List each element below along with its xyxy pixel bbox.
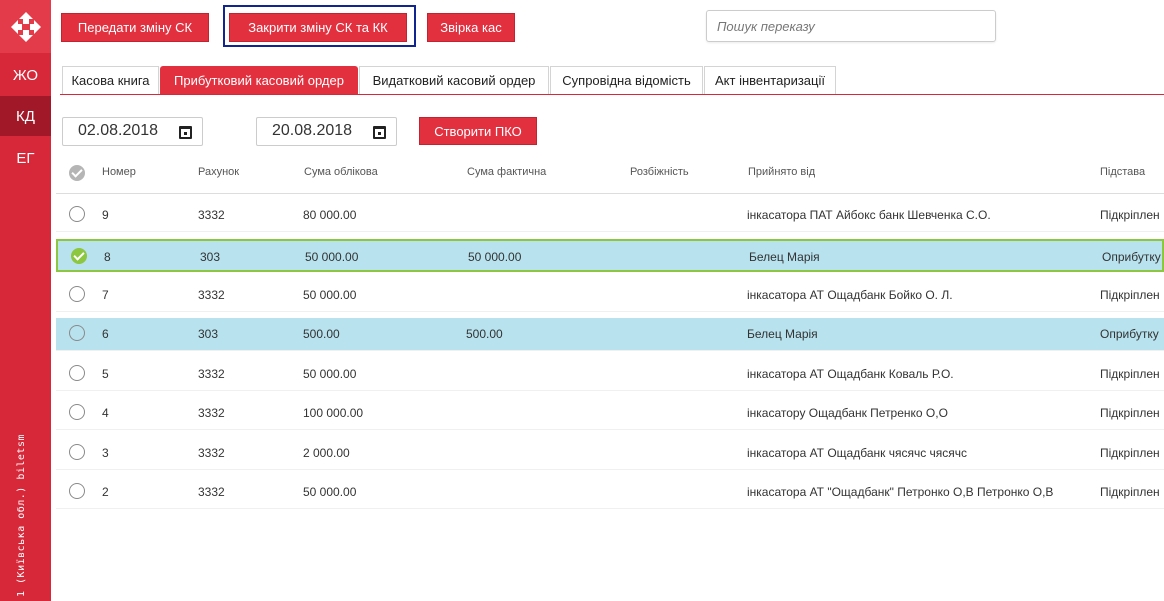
row-radio-icon[interactable] [69,404,85,420]
col-amount-accounted[interactable]: Сума облікова [304,166,378,178]
tab-expense-order[interactable]: Видатковий касовий ордер [359,66,549,94]
col-amount-actual[interactable]: Сума фактична [467,166,546,178]
tab-cash-book[interactable]: Касова книга [62,66,159,94]
cell-number: 7 [102,288,109,302]
cell-account: 3332 [198,208,225,222]
table-row[interactable]: 6 303 500.00 500.00 Белец Марія Оприбутку [56,318,1164,351]
cell-received-from: інкасатора АТ "Ощадбанк" Петронко О,В Пе… [747,485,1054,499]
cell-number: 9 [102,208,109,222]
col-number[interactable]: Номер [102,166,136,178]
sidebar-item-zho[interactable]: ЖО [0,55,51,95]
create-pko-button[interactable]: Створити ПКО [419,117,537,145]
row-radio-icon[interactable] [69,365,85,381]
cell-basis: Підкріплен [1100,485,1160,499]
table-row[interactable]: 7 3332 50 000.00 інкасатора АТ Ощадбанк Бой… [56,279,1164,312]
cell-account: 3332 [198,446,225,460]
calendar-icon[interactable] [373,126,386,139]
reconcile-cash-button[interactable]: Звірка кас [427,13,515,42]
cell-amount-accounted: 100 000.00 [303,406,364,420]
date-from-field[interactable]: 02.08.2018 [62,117,203,146]
transfer-shift-button[interactable]: Передати зміну СК [61,13,209,42]
cell-basis: Оприбутку [1100,327,1159,341]
search-input[interactable] [707,11,995,41]
tab-accompanying-statement[interactable]: Супровідна відомість [550,66,703,94]
cell-amount-accounted: 80 000.00 [303,208,357,222]
cell-number: 3 [102,446,109,460]
search-box [706,10,996,42]
cell-basis: Підкріплен [1100,367,1160,381]
cell-amount-accounted: 50 000.00 [303,485,357,499]
date-to-field[interactable]: 20.08.2018 [256,117,397,146]
cell-basis: Оприбутку [1102,250,1161,264]
cell-amount-accounted: 50 000.00 [303,288,357,302]
cell-amount-accounted: 50 000.00 [303,367,357,381]
sidebar: ЖО КД ЕГ 1 (Київська обл.) biletsm [0,0,51,601]
user-branch-label: 1 (Київська обл.) biletsm [16,433,27,597]
col-account[interactable]: Рахунок [198,166,239,178]
col-discrepancy[interactable]: Розбіжність [630,166,689,178]
cell-received-from: інкасатора АТ Ощадбанк Коваль Р.О. [747,367,954,381]
table-row[interactable]: 2 3332 50 000.00 інкасатора АТ "Ощадбанк" П… [56,476,1164,509]
cell-received-from: інкасатора ПАТ Айбокс банк Шевченка С.О. [747,208,991,222]
sidebar-item-kd[interactable]: КД [0,96,51,136]
cell-amount-actual: 50 000.00 [468,250,522,264]
row-checked-icon[interactable] [71,248,87,264]
cell-amount-accounted: 500.00 [303,327,340,341]
table-row[interactable]: 3 3332 2 000.00 інкасатора АТ Ощадбанк чяся… [56,437,1164,470]
cell-received-from: інкасатора АТ Ощадбанк чясячс чясячс [747,446,968,460]
cell-basis: Підкріплен [1100,446,1160,460]
cell-account: 3332 [198,406,225,420]
row-radio-icon[interactable] [69,206,85,222]
logo-arrows-icon [10,11,41,42]
date-to-value: 20.08.2018 [272,122,353,139]
cell-received-from: інкасатора АТ Ощадбанк Бойко О. Л. [747,288,953,302]
cell-received-from: Белец Марія [747,327,818,341]
row-radio-icon[interactable] [69,325,85,341]
row-radio-icon[interactable] [69,483,85,499]
cell-number: 4 [102,406,109,420]
app-logo-icon[interactable] [0,0,51,53]
cell-received-from: інкасатору Ощадбанк Петренко О,О [747,406,948,420]
tabs-divider [60,94,1164,95]
sidebar-item-eg[interactable]: ЕГ [0,138,51,178]
calendar-icon[interactable] [179,126,192,139]
date-from-value: 02.08.2018 [78,122,159,139]
cell-received-from: Белец Марія [749,250,820,264]
cell-account: 303 [200,250,221,264]
col-basis[interactable]: Підстава [1100,166,1145,178]
cell-basis: Підкріплен [1100,208,1160,222]
cell-amount-actual: 500.00 [466,327,503,341]
table-row[interactable]: 4 3332 100 000.00 інкасатору Ощадбанк Петре… [56,397,1164,430]
cell-account: 3332 [198,288,225,302]
cell-account: 3332 [198,485,225,499]
tab-inventory-act[interactable]: Акт інвентаризації [704,66,836,94]
cell-account: 303 [198,327,219,341]
cell-number: 2 [102,485,109,499]
cell-amount-accounted: 50 000.00 [305,250,359,264]
cell-amount-accounted: 2 000.00 [303,446,350,460]
cell-basis: Підкріплен [1100,288,1160,302]
table-row[interactable]: 9 3332 80 000.00 інкасатора ПАТ Айбокс банк… [56,199,1164,232]
table-row[interactable]: 5 3332 50 000.00 інкасатора АТ Ощадбанк Ков… [56,358,1164,391]
cell-number: 8 [104,250,111,264]
row-radio-icon[interactable] [69,444,85,460]
close-shift-button[interactable]: Закрити зміну СК та КК [229,13,407,42]
tab-receipt-order[interactable]: Прибутковий касовий ордер [160,66,358,94]
cell-account: 3332 [198,367,225,381]
table-row[interactable]: 8 303 50 000.00 50 000.00 Белец Марія Оприбут… [56,239,1164,272]
select-all-checkbox-icon[interactable] [69,165,85,181]
cell-basis: Підкріплен [1100,406,1160,420]
table-header: Номер Рахунок Сума облікова Сума фактичн… [56,160,1164,194]
row-radio-icon[interactable] [69,286,85,302]
col-received-from[interactable]: Прийнято від [748,166,815,178]
cell-number: 5 [102,367,109,381]
cell-number: 6 [102,327,109,341]
